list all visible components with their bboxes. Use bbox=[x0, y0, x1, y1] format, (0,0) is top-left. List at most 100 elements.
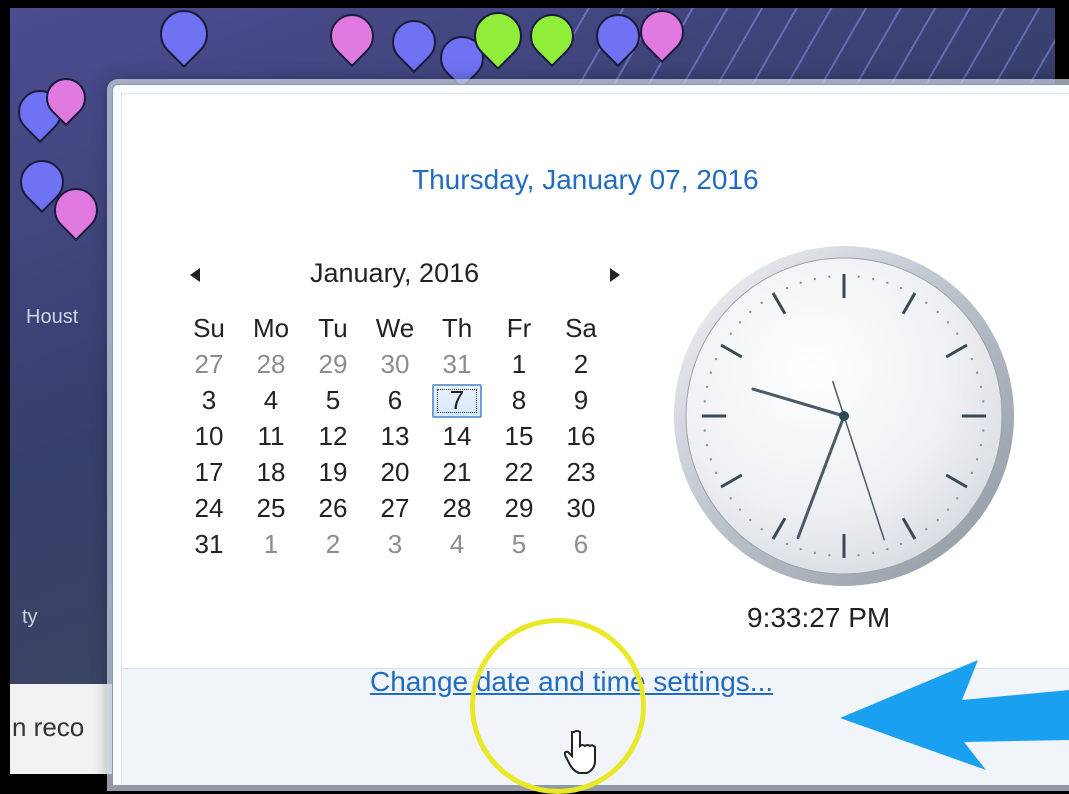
calendar-day[interactable]: 15 bbox=[488, 418, 550, 454]
prev-month-button[interactable] bbox=[190, 266, 200, 287]
triangle-right-icon bbox=[610, 268, 620, 282]
calendar-day[interactable]: 6 bbox=[364, 382, 426, 418]
calendar-day-label: 12 bbox=[318, 421, 348, 451]
calendar-day[interactable]: 28 bbox=[240, 346, 302, 382]
calendar-day-label: 6 bbox=[387, 385, 403, 415]
calendar-day[interactable]: 16 bbox=[550, 418, 612, 454]
clock-minute-dot bbox=[799, 547, 802, 551]
weekday-header: Fr bbox=[506, 313, 532, 343]
month-title-button[interactable]: January, 2016 bbox=[310, 258, 479, 289]
clock-minute-dot bbox=[738, 508, 742, 511]
video-frame-border bbox=[0, 0, 10, 774]
calendar-day-label: 18 bbox=[256, 457, 286, 487]
clock-minute-dot bbox=[760, 301, 763, 304]
annotation-arrow-icon bbox=[840, 660, 1069, 770]
calendar-day[interactable]: 27 bbox=[178, 346, 240, 382]
clock-minute-dot bbox=[703, 429, 706, 432]
calendar-day[interactable]: 17 bbox=[178, 454, 240, 490]
calendar-day[interactable]: 26 bbox=[302, 490, 364, 526]
clock-minute-dot bbox=[828, 275, 831, 278]
clock-minute-dot bbox=[729, 497, 732, 500]
calendar-day[interactable]: 8 bbox=[488, 382, 550, 418]
calendar-day[interactable]: 5 bbox=[302, 382, 364, 418]
clock-minute-dot bbox=[749, 518, 752, 522]
calendar-day[interactable]: 9 bbox=[550, 382, 612, 418]
calendar-day-label: 4 bbox=[449, 529, 465, 559]
calendar-day-today[interactable]: 7 bbox=[426, 382, 488, 418]
calendar-day[interactable]: 4 bbox=[240, 382, 302, 418]
clock-minute-dot bbox=[714, 471, 718, 475]
weekday-header: Th bbox=[441, 313, 473, 343]
clock-minute-dot bbox=[705, 443, 709, 447]
weekday-header: Tu bbox=[318, 313, 348, 343]
calendar-day-label: 24 bbox=[194, 493, 224, 523]
calendar-day[interactable]: 31 bbox=[178, 526, 240, 562]
calendar-day[interactable]: 28 bbox=[426, 490, 488, 526]
hand-cursor-icon bbox=[564, 730, 596, 774]
next-month-button[interactable] bbox=[610, 266, 620, 287]
calendar-day[interactable]: 1 bbox=[240, 526, 302, 562]
calendar-week-row: 17 18 19 20 21 22 23 bbox=[178, 454, 612, 490]
calendar-day-label: 5 bbox=[325, 385, 341, 415]
calendar-day[interactable]: 1 bbox=[488, 346, 550, 382]
weekday-header: Su bbox=[193, 313, 225, 343]
calendar-day[interactable]: 22 bbox=[488, 454, 550, 490]
clock-minute-dot bbox=[946, 321, 950, 324]
calendar-day-label: 3 bbox=[201, 385, 217, 415]
calendar-week-row: 27 28 29 30 31 1 2 bbox=[178, 346, 612, 382]
full-date-link[interactable]: Thursday, January 07, 2016 bbox=[412, 164, 759, 196]
calendar-day[interactable]: 3 bbox=[364, 526, 426, 562]
calendar-day[interactable]: 4 bbox=[426, 526, 488, 562]
calendar-day[interactable]: 5 bbox=[488, 526, 550, 562]
calendar-day-label: 1 bbox=[263, 529, 279, 559]
calendar-day[interactable]: 13 bbox=[364, 418, 426, 454]
calendar-day[interactable]: 29 bbox=[302, 346, 364, 382]
calendar-day[interactable]: 12 bbox=[302, 418, 364, 454]
calendar-day-label: 19 bbox=[318, 457, 348, 487]
calendar-day[interactable]: 30 bbox=[364, 346, 426, 382]
calendar-day-label: 31 bbox=[194, 529, 224, 559]
clock-minute-dot bbox=[886, 547, 889, 551]
calendar-day-label: 2 bbox=[325, 529, 341, 559]
calendar-day[interactable]: 25 bbox=[240, 490, 302, 526]
calendar-day[interactable]: 3 bbox=[178, 382, 240, 418]
clock-minute-dot bbox=[760, 528, 763, 531]
clock-minute-dot bbox=[982, 429, 985, 432]
map-city-label-2: ty bbox=[22, 606, 38, 628]
calendar-day[interactable]: 10 bbox=[178, 418, 240, 454]
calendar-day[interactable]: 19 bbox=[302, 454, 364, 490]
calendar-week-row: 24 25 26 27 28 29 30 bbox=[178, 490, 612, 526]
calendar-day-label: 15 bbox=[504, 421, 534, 451]
calendar-week-row: 31 1 2 3 4 5 6 bbox=[178, 526, 612, 562]
calendar-day[interactable]: 18 bbox=[240, 454, 302, 490]
calendar-day[interactable]: 29 bbox=[488, 490, 550, 526]
clock-minute-dot bbox=[785, 286, 789, 290]
analog-clock bbox=[670, 242, 1018, 590]
calendar-day[interactable]: 31 bbox=[426, 346, 488, 382]
calendar-day[interactable]: 27 bbox=[364, 490, 426, 526]
calendar-week-row: 3 4 5 6 7 8 9 bbox=[178, 382, 612, 418]
calendar-day-label: 16 bbox=[566, 421, 596, 451]
calendar-day-label: 20 bbox=[380, 457, 410, 487]
clock-minute-dot bbox=[749, 310, 752, 314]
clock-minute-dot bbox=[946, 508, 950, 511]
calendar-day-label: 6 bbox=[573, 529, 589, 559]
clock-minute-dot bbox=[899, 286, 903, 290]
calendar-day[interactable]: 2 bbox=[550, 346, 612, 382]
clock-minute-dot bbox=[703, 400, 706, 403]
clock-minute-dot bbox=[886, 281, 889, 285]
calendar-day-label: 17 bbox=[194, 457, 224, 487]
calendar-day[interactable]: 2 bbox=[302, 526, 364, 562]
calendar-day[interactable]: 24 bbox=[178, 490, 240, 526]
calendar-day[interactable]: 20 bbox=[364, 454, 426, 490]
weekday-header-row: Su Mo Tu We Th Fr Sa bbox=[178, 310, 612, 346]
calendar-day[interactable]: 21 bbox=[426, 454, 488, 490]
clock-minute-dot bbox=[729, 332, 732, 335]
calendar-day[interactable]: 6 bbox=[550, 526, 612, 562]
calendar-day-label: 31 bbox=[442, 349, 472, 379]
calendar-day[interactable]: 23 bbox=[550, 454, 612, 490]
calendar-day[interactable]: 11 bbox=[240, 418, 302, 454]
calendar-grid: Su Mo Tu We Th Fr Sa 27 28 29 30 31 1 2 3 4 5 6 7 8 9 10 11 12… bbox=[178, 310, 612, 562]
calendar-day[interactable]: 14 bbox=[426, 418, 488, 454]
calendar-day[interactable]: 30 bbox=[550, 490, 612, 526]
